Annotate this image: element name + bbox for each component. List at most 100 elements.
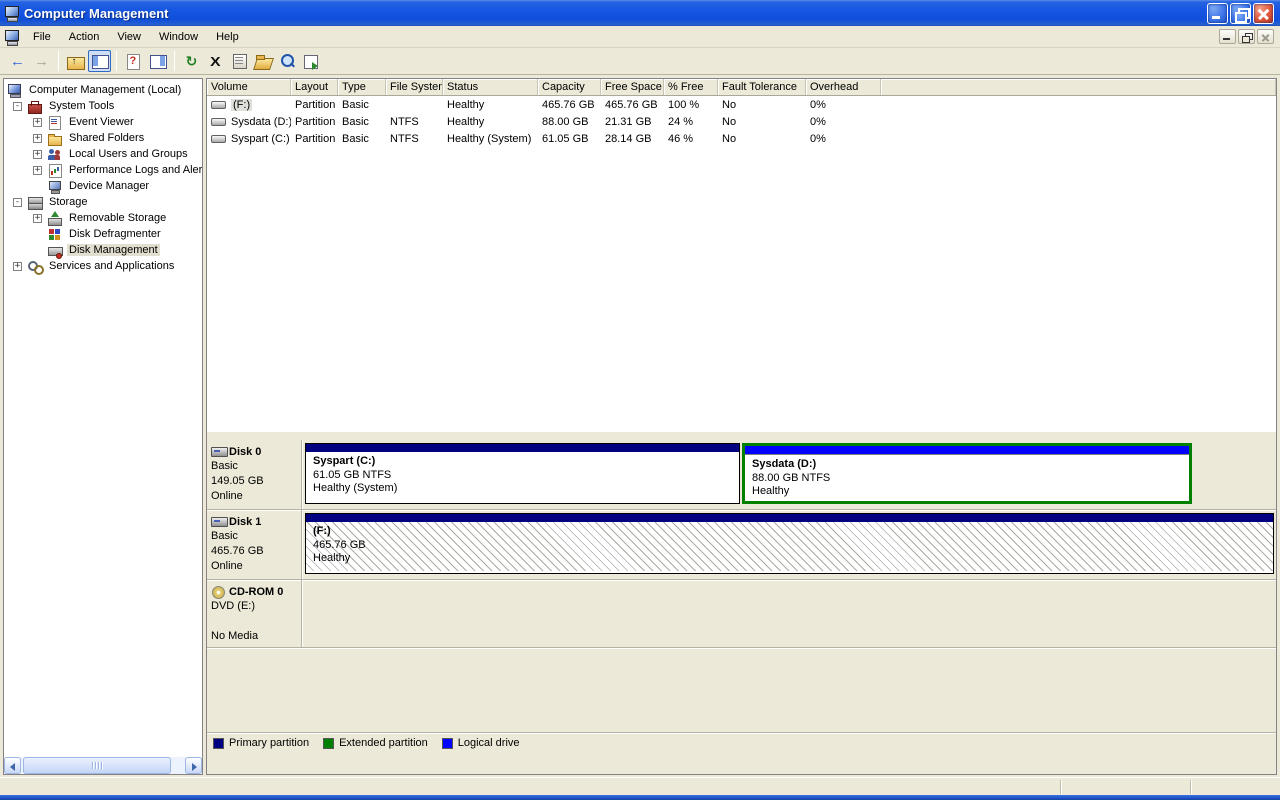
column-header-status[interactable]: Status: [443, 79, 538, 95]
show-hide-detail-pane-icon[interactable]: [146, 50, 169, 72]
volume-row-sysdata-d[interactable]: Sysdata (D:) Partition Basic NTFS Health…: [207, 113, 1276, 130]
restore-button[interactable]: [1230, 3, 1251, 24]
computer-management-window: Computer Management File Action View Win…: [0, 0, 1280, 800]
minimize-button[interactable]: [1207, 3, 1228, 24]
collapse-toggle[interactable]: -: [13, 102, 22, 111]
up-one-level-icon[interactable]: [64, 50, 87, 72]
menu-action[interactable]: Action: [60, 28, 109, 46]
export-list-icon[interactable]: [300, 50, 323, 72]
column-header-fault-tolerance[interactable]: Fault Tolerance: [718, 79, 806, 95]
volume-row-syspart-c[interactable]: Syspart (C:) Partition Basic NTFS Health…: [207, 130, 1276, 147]
tree-item-storage[interactable]: - Storage: [4, 194, 202, 210]
menu-view[interactable]: View: [108, 28, 150, 46]
console-tree-panel: Computer Management (Local) - System Too…: [3, 78, 203, 775]
tree-item-disk-management[interactable]: Disk Management: [4, 242, 202, 258]
expand-toggle[interactable]: +: [33, 166, 42, 175]
find-icon[interactable]: [276, 50, 299, 72]
tree-item-label: Services and Applications: [47, 260, 176, 272]
cdrom-empty-area: [303, 580, 1276, 647]
expand-toggle[interactable]: +: [33, 214, 42, 223]
titlebar[interactable]: Computer Management: [0, 0, 1280, 26]
primary-partition-stripe: [306, 444, 739, 452]
back-icon[interactable]: ←: [6, 50, 29, 72]
volume-icon: [211, 114, 227, 129]
tree-item-system-tools[interactable]: - System Tools: [4, 98, 202, 114]
disk1-label[interactable]: Disk 1 Basic 465.76 GB Online: [207, 510, 302, 579]
app-icon: [4, 5, 20, 21]
scrollbar-thumb[interactable]: [23, 757, 171, 774]
volume-list-header: Volume Layout Type File System Status Ca…: [207, 79, 1276, 96]
disk-icon: [211, 514, 227, 529]
tree-horizontal-scrollbar[interactable]: [4, 757, 202, 774]
close-button[interactable]: [1253, 3, 1274, 24]
tree-item-device-manager[interactable]: Device Manager: [4, 178, 202, 194]
partition-f-selected[interactable]: (F:) 465.76 GB Healthy: [305, 513, 1274, 574]
column-header-free-space[interactable]: Free Space: [601, 79, 664, 95]
tree-item-disk-defragmenter[interactable]: Disk Defragmenter: [4, 226, 202, 242]
device-manager-icon: [47, 179, 63, 194]
tree-item-performance-logs[interactable]: + Performance Logs and Alerts: [4, 162, 202, 178]
tree-item-label: Performance Logs and Alerts: [67, 164, 203, 176]
column-header-file-system[interactable]: File System: [386, 79, 443, 95]
tree-item-services-and-applications[interactable]: + Services and Applications: [4, 258, 202, 274]
tree-item-label: System Tools: [47, 100, 116, 112]
removable-storage-icon: [47, 211, 63, 226]
shared-folders-icon: [47, 131, 63, 146]
status-bar: [0, 777, 1280, 795]
partition-sysdata-d[interactable]: Sysdata (D:) 88.00 GB NTFS Healthy: [742, 443, 1192, 504]
disk-icon: [211, 444, 227, 459]
child-minimize-button[interactable]: [1219, 29, 1236, 44]
volume-list: Volume Layout Type File System Status Ca…: [207, 79, 1276, 432]
volume-icon: [211, 97, 227, 112]
column-header-pct-free[interactable]: % Free: [664, 79, 718, 95]
open-icon[interactable]: [252, 50, 275, 72]
expand-toggle[interactable]: +: [33, 118, 42, 127]
forward-icon[interactable]: →: [30, 50, 53, 72]
primary-partition-stripe: [306, 514, 1273, 522]
menu-file[interactable]: File: [24, 28, 60, 46]
help-icon[interactable]: [122, 50, 145, 72]
tree-item-computer-management[interactable]: Computer Management (Local): [4, 82, 202, 98]
tree-item-local-users-and-groups[interactable]: + Local Users and Groups: [4, 146, 202, 162]
extended-partition-swatch: [323, 738, 334, 749]
expand-toggle[interactable]: +: [33, 150, 42, 159]
delete-icon[interactable]: X: [204, 50, 227, 72]
collapse-toggle[interactable]: -: [13, 198, 22, 207]
tree-item-removable-storage[interactable]: + Removable Storage: [4, 210, 202, 226]
disk0-label[interactable]: Disk 0 Basic 149.05 GB Online: [207, 440, 302, 509]
child-restore-button[interactable]: [1238, 29, 1255, 44]
storage-icon: [27, 195, 43, 210]
expand-toggle[interactable]: +: [33, 134, 42, 143]
show-hide-console-tree-icon[interactable]: [88, 50, 111, 72]
column-header-capacity[interactable]: Capacity: [538, 79, 601, 95]
column-header-layout[interactable]: Layout: [291, 79, 338, 95]
scroll-left-icon[interactable]: [4, 757, 21, 774]
column-header-overhead[interactable]: Overhead: [806, 79, 881, 95]
toolbar: ← → ↻ X: [0, 48, 1280, 75]
tree-item-shared-folders[interactable]: + Shared Folders: [4, 130, 202, 146]
scroll-right-icon[interactable]: [185, 757, 202, 774]
expand-toggle[interactable]: +: [13, 262, 22, 271]
partition-syspart-c[interactable]: Syspart (C:) 61.05 GB NTFS Healthy (Syst…: [305, 443, 740, 504]
volume-row-f[interactable]: (F:) Partition Basic Healthy 465.76 GB 4…: [207, 96, 1276, 113]
legend-logical-drive: Logical drive: [442, 737, 520, 749]
statusbar-separator: [1190, 780, 1191, 794]
column-header-volume[interactable]: Volume: [207, 79, 291, 95]
tree-item-label: Device Manager: [67, 180, 151, 192]
column-header-type[interactable]: Type: [338, 79, 386, 95]
console-icon: [4, 29, 20, 45]
legend-extended-partition: Extended partition: [323, 737, 428, 749]
cdrom0-label[interactable]: CD-ROM 0 DVD (E:) No Media: [207, 580, 302, 647]
logical-drive-stripe: [745, 446, 1189, 454]
window-bottom-border: [0, 795, 1280, 800]
primary-partition-swatch: [213, 738, 224, 749]
menu-window[interactable]: Window: [150, 28, 207, 46]
scrollbar-track[interactable]: [21, 757, 185, 774]
system-tools-icon: [27, 99, 43, 114]
refresh-icon[interactable]: ↻: [180, 50, 203, 72]
properties-icon[interactable]: [228, 50, 251, 72]
column-header-filler: [881, 79, 1276, 95]
tree-item-event-viewer[interactable]: + Event Viewer: [4, 114, 202, 130]
menu-help[interactable]: Help: [207, 28, 248, 46]
users-icon: [47, 147, 63, 162]
